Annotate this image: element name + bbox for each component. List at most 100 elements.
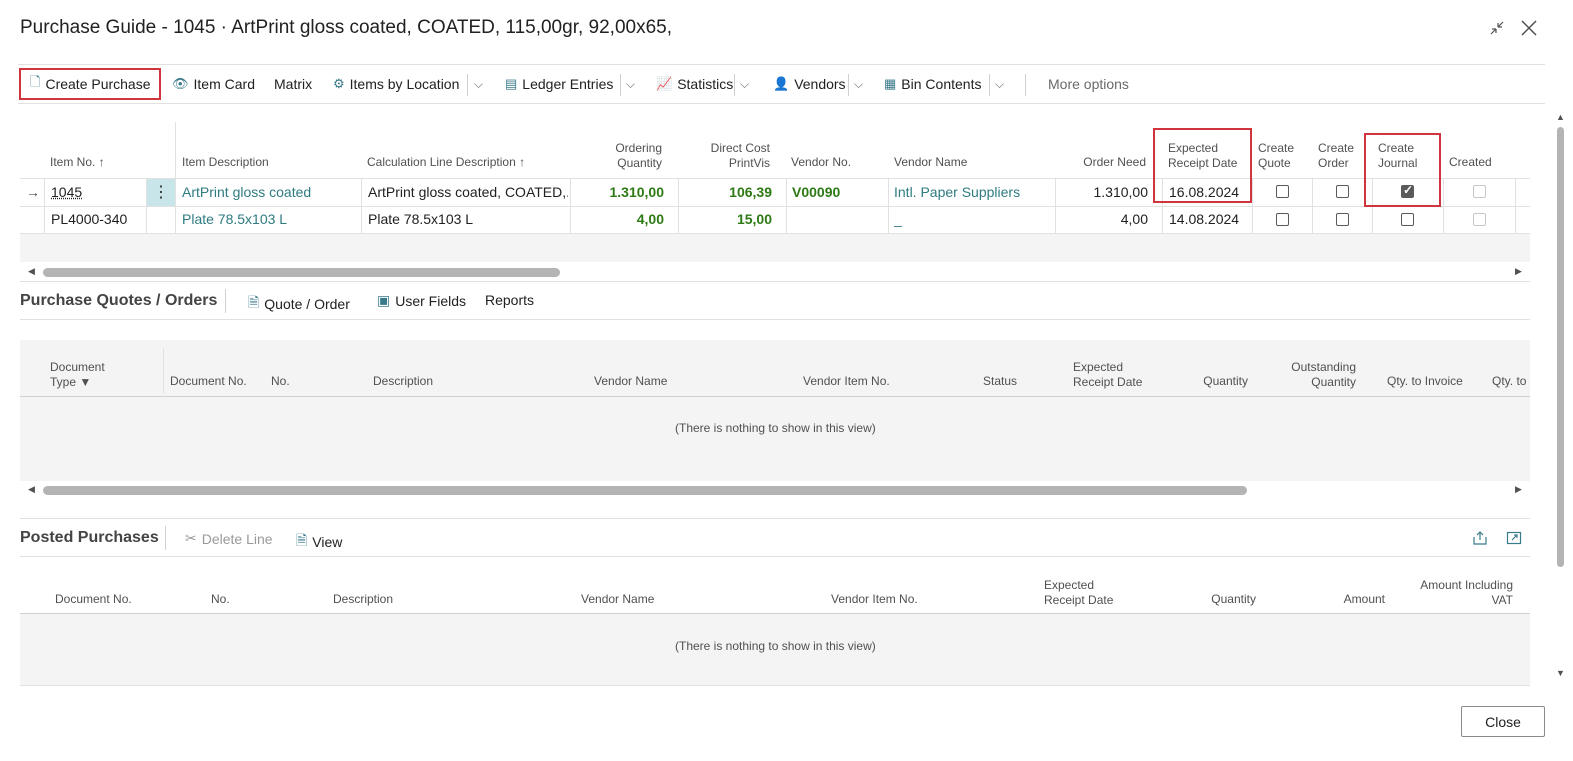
close-button[interactable]: Close xyxy=(1461,706,1545,737)
ledger-entries-button[interactable]: ▤ Ledger Entries xyxy=(505,65,613,103)
chevron-down-icon[interactable]: ⌵ xyxy=(474,65,483,103)
vertical-scrollbar-thumb[interactable] xyxy=(1557,127,1564,567)
col-qty-to-invoice[interactable]: Qty. to Invoice xyxy=(1387,374,1463,389)
scroll-right-icon[interactable]: ▶ xyxy=(1515,484,1522,495)
posted-purchases-title[interactable]: Posted Purchases xyxy=(20,529,159,547)
col-quantity[interactable]: Quantity xyxy=(1190,592,1256,607)
col-description[interactable]: Description xyxy=(333,592,393,607)
direct-cost-cell[interactable]: 106,39 xyxy=(690,179,772,206)
expected-receipt-date-cell[interactable]: 14.08.2024 xyxy=(1169,206,1239,233)
collapse-icon[interactable] xyxy=(1489,20,1505,41)
scroll-left-icon[interactable]: ◀ xyxy=(28,484,35,495)
location-icon: ⚙ xyxy=(333,76,345,91)
quotes-orders-title[interactable]: Purchase Quotes / Orders xyxy=(20,292,217,310)
user-fields-button[interactable]: ▣ User Fields xyxy=(377,292,466,309)
col-amount[interactable]: Amount xyxy=(1320,592,1385,607)
bin-contents-button[interactable]: ▦ Bin Contents xyxy=(884,65,981,103)
quote-order-button[interactable]: 🗎 Quote / Order xyxy=(248,292,350,316)
page-title: Purchase Guide - 1045 · ArtPrint gloss c… xyxy=(20,17,672,38)
scroll-down-icon[interactable]: ▼ xyxy=(1556,668,1565,678)
scroll-thumb[interactable] xyxy=(43,486,1247,495)
chevron-down-icon[interactable]: ⌵ xyxy=(995,65,1004,103)
item-description-cell[interactable]: ArtPrint gloss coated xyxy=(182,179,311,206)
highlight-expected-receipt-date xyxy=(1153,128,1252,203)
action-bar: 🗋 Create Purchase 👁 Item Card Matrix ⚙ I… xyxy=(18,64,1545,104)
more-options-button[interactable]: More options xyxy=(1048,65,1129,103)
empty-message: (There is nothing to show in this view) xyxy=(675,421,876,435)
delete-line-button: ✂ Delete Line xyxy=(185,530,273,547)
quotes-horizontal-scrollbar[interactable]: ◀ ▶ xyxy=(20,481,1530,499)
close-icon[interactable] xyxy=(1520,19,1538,42)
chevron-down-icon[interactable]: ⌵ xyxy=(626,65,635,103)
empty-message: (There is nothing to show in this view) xyxy=(675,639,876,653)
col-vendor-item-no[interactable]: Vendor Item No. xyxy=(831,592,918,607)
created-checkbox xyxy=(1473,213,1486,226)
col-expected-receipt-date[interactable]: Expected Receipt Date xyxy=(1073,360,1142,390)
expand-icon[interactable] xyxy=(1506,530,1522,549)
scroll-left-icon[interactable]: ◀ xyxy=(28,266,35,277)
col-qty-to[interactable]: Qty. to xyxy=(1492,374,1529,389)
col-document-no[interactable]: Document No. xyxy=(55,592,132,607)
calc-line-desc-cell: ArtPrint gloss coated, COATED,... xyxy=(368,184,568,200)
statistics-button[interactable]: 📈 Statistics xyxy=(656,65,733,103)
col-ordering-qty[interactable]: Ordering Quantity xyxy=(600,141,662,171)
items-by-location-button[interactable]: ⚙ Items by Location xyxy=(333,65,459,103)
col-vendor-item-no[interactable]: Vendor Item No. xyxy=(803,374,890,389)
col-vendor-name[interactable]: Vendor Name xyxy=(581,592,654,607)
col-direct-cost[interactable]: Direct Cost PrintVis xyxy=(700,141,770,171)
chevron-down-icon[interactable]: ⌵ xyxy=(740,65,749,103)
share-icon[interactable] xyxy=(1472,530,1488,549)
col-calc-line-desc[interactable]: Calculation Line Description ↑ xyxy=(367,155,525,170)
create-order-checkbox[interactable] xyxy=(1336,185,1349,198)
col-order-need[interactable]: Order Need xyxy=(1070,155,1146,170)
matrix-button[interactable]: Matrix xyxy=(274,65,312,103)
ordering-qty-cell[interactable]: 1.310,00 xyxy=(580,179,665,206)
scroll-right-icon[interactable]: ▶ xyxy=(1515,266,1522,277)
create-quote-checkbox[interactable] xyxy=(1276,213,1289,226)
vendors-button[interactable]: 👤 Vendors xyxy=(773,65,846,103)
col-expected-receipt-date[interactable]: Expected Receipt Date xyxy=(1044,578,1113,608)
create-journal-checkbox[interactable] xyxy=(1401,213,1414,226)
create-order-checkbox[interactable] xyxy=(1336,213,1349,226)
col-created[interactable]: Created xyxy=(1449,155,1492,170)
col-vendor-no[interactable]: Vendor No. xyxy=(791,155,851,170)
col-outstanding-quantity[interactable]: Outstanding Quantity xyxy=(1276,360,1356,390)
direct-cost-cell[interactable]: 15,00 xyxy=(690,206,772,233)
col-create-order[interactable]: Create Order xyxy=(1318,141,1354,171)
col-vendor-name[interactable]: Vendor Name xyxy=(894,155,967,170)
row-arrow-icon: → xyxy=(26,184,40,200)
col-no[interactable]: No. xyxy=(271,374,290,389)
order-need-cell: 1.310,00 xyxy=(1093,184,1149,200)
view-button[interactable]: 🗎 View xyxy=(296,530,342,554)
vendor-no-cell[interactable]: V00090 xyxy=(792,179,840,206)
scroll-thumb[interactable] xyxy=(43,268,560,277)
col-document-no[interactable]: Document No. xyxy=(170,374,247,389)
col-amount-including-vat[interactable]: Amount Including VAT xyxy=(1400,578,1513,608)
row-menu-button[interactable]: ⋮ xyxy=(147,179,175,206)
vendor-name-cell[interactable]: Intl. Paper Suppliers xyxy=(894,179,1020,206)
eye-icon: 👁 xyxy=(172,76,189,91)
col-create-quote[interactable]: Create Quote xyxy=(1258,141,1294,171)
col-document-type[interactable]: Document Type ▼ xyxy=(50,360,105,390)
col-description[interactable]: Description xyxy=(373,374,433,389)
col-status[interactable]: Status xyxy=(983,374,1017,389)
col-item-description[interactable]: Item Description xyxy=(182,155,269,170)
ordering-qty-cell[interactable]: 4,00 xyxy=(580,206,664,233)
create-quote-checkbox[interactable] xyxy=(1276,185,1289,198)
col-no[interactable]: No. xyxy=(211,592,230,607)
vendor-name-cell[interactable]: _ xyxy=(894,206,902,233)
item-no-cell[interactable]: 1045 xyxy=(51,179,82,206)
scroll-up-icon[interactable]: ▲ xyxy=(1556,112,1565,122)
statistics-icon: 📈 xyxy=(656,76,673,91)
reports-button[interactable]: Reports xyxy=(485,292,534,308)
item-no-cell[interactable]: PL4000-340 xyxy=(51,206,127,233)
person-icon: 👤 xyxy=(773,76,790,91)
filter-icon: ▼ xyxy=(79,375,92,389)
col-quantity[interactable]: Quantity xyxy=(1180,374,1248,389)
col-item-no[interactable]: Item No. ↑ xyxy=(50,155,105,170)
item-card-button[interactable]: 👁 Item Card xyxy=(172,65,255,103)
col-vendor-name[interactable]: Vendor Name xyxy=(594,374,667,389)
chevron-down-icon[interactable]: ⌵ xyxy=(854,65,863,103)
item-description-cell[interactable]: Plate 78.5x103 L xyxy=(182,206,287,233)
lines-horizontal-scrollbar[interactable]: ◀ ▶ xyxy=(20,263,1530,281)
